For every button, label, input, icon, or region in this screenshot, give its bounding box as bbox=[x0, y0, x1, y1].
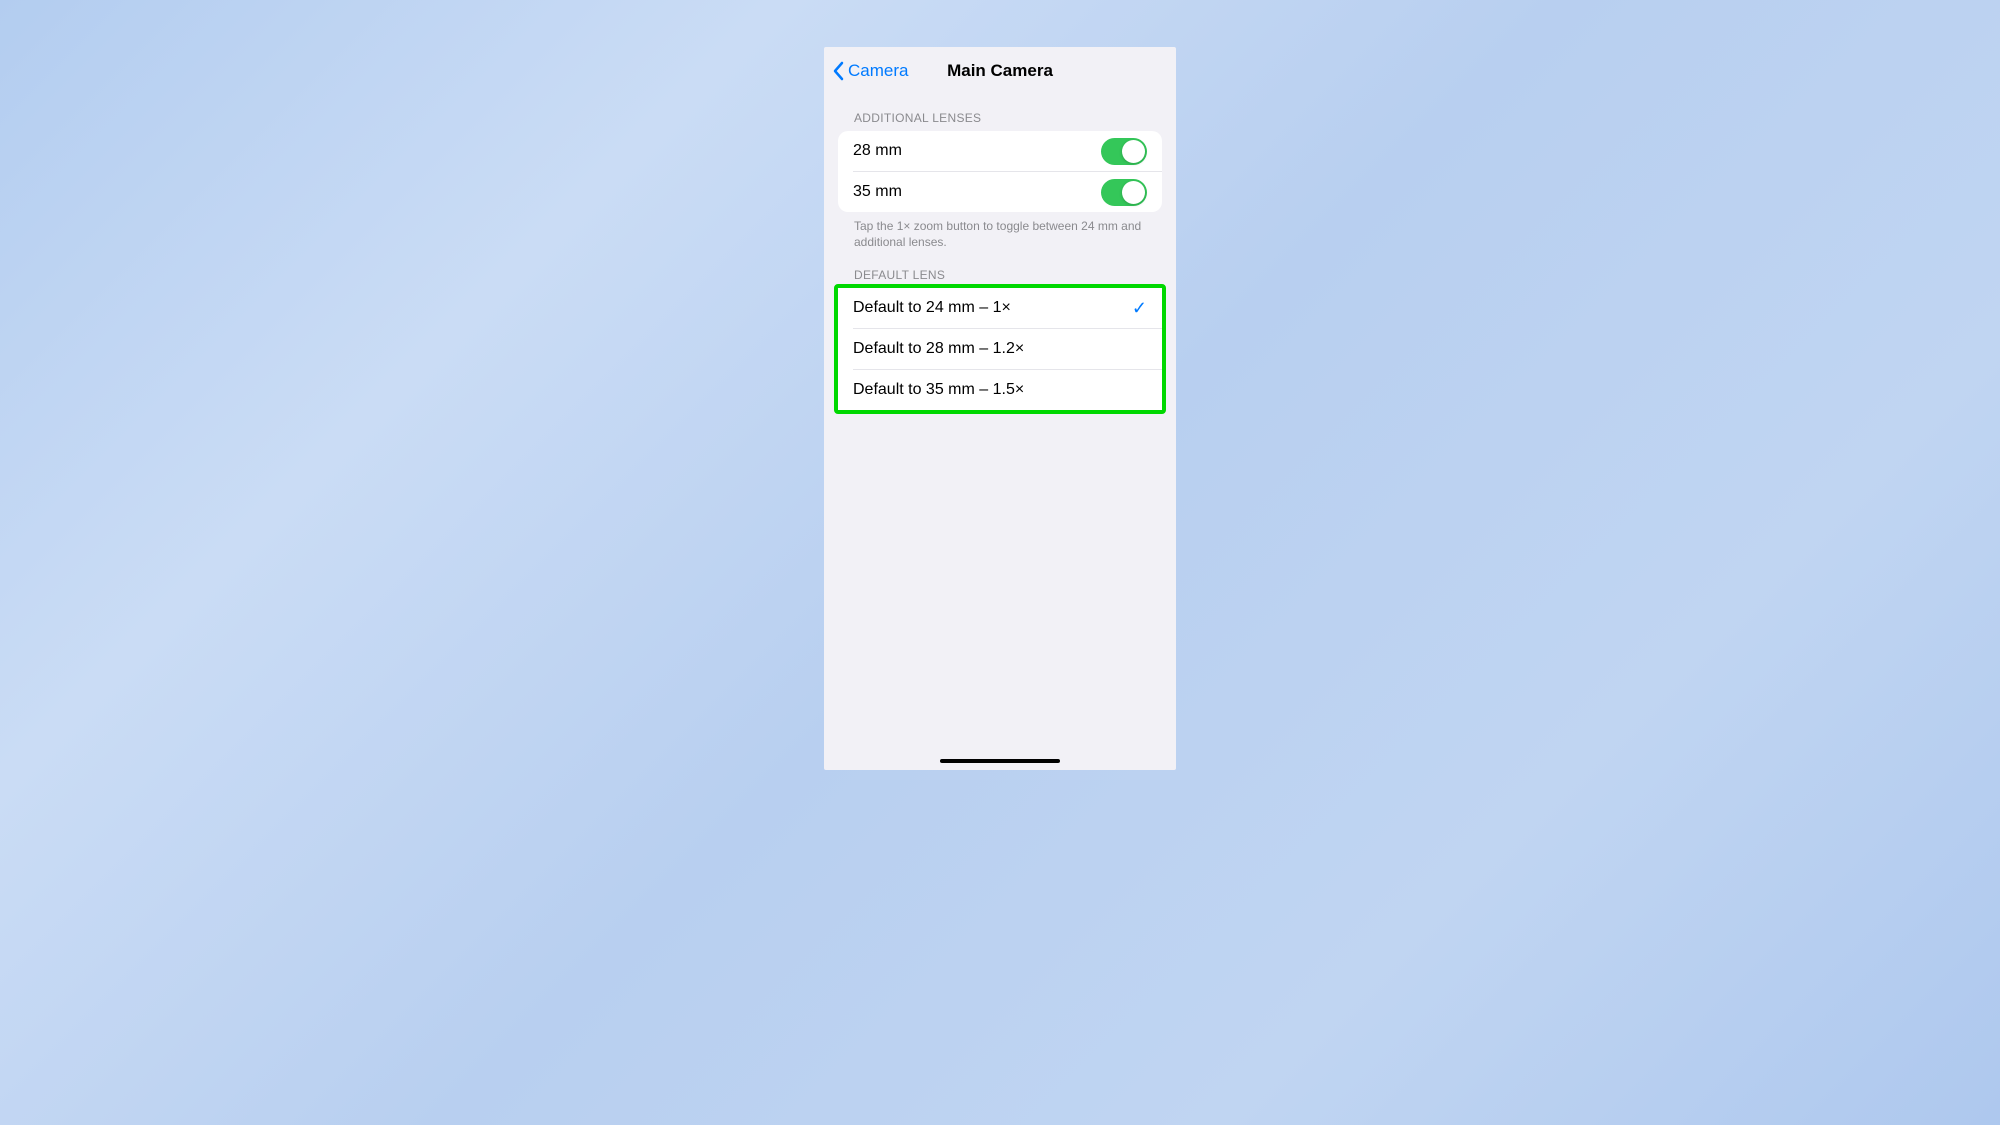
switch-35mm[interactable] bbox=[1101, 179, 1147, 206]
row-default-28mm[interactable]: Default to 28 mm – 1.2× bbox=[838, 329, 1162, 369]
row-default-24mm[interactable]: Default to 24 mm – 1× ✓ bbox=[838, 288, 1162, 328]
back-label: Camera bbox=[848, 61, 908, 81]
row-label: Default to 24 mm – 1× bbox=[853, 299, 1011, 317]
section-footer-additional-lenses: Tap the 1× zoom button to toggle between… bbox=[838, 212, 1162, 250]
row-label: 28 mm bbox=[853, 142, 902, 160]
navigation-bar: Camera Main Camera bbox=[824, 49, 1176, 93]
checkmark-icon: ✓ bbox=[1132, 298, 1147, 319]
row-28mm[interactable]: 28 mm bbox=[838, 131, 1162, 171]
row-default-35mm[interactable]: Default to 35 mm – 1.5× bbox=[838, 370, 1162, 410]
group-additional-lenses: 28 mm 35 mm bbox=[838, 131, 1162, 212]
switch-28mm[interactable] bbox=[1101, 138, 1147, 165]
home-indicator[interactable] bbox=[940, 759, 1060, 763]
back-button[interactable]: Camera bbox=[832, 61, 908, 81]
chevron-left-icon bbox=[832, 61, 844, 81]
settings-screen: Camera Main Camera ADDITIONAL LENSES 28 … bbox=[824, 47, 1176, 770]
row-label: 35 mm bbox=[853, 183, 902, 201]
section-header-default-lens: DEFAULT LENS bbox=[838, 268, 1162, 282]
row-label: Default to 28 mm – 1.2× bbox=[853, 340, 1024, 358]
highlight-box: Default to 24 mm – 1× ✓ Default to 28 mm… bbox=[834, 284, 1166, 414]
section-header-additional-lenses: ADDITIONAL LENSES bbox=[838, 111, 1162, 125]
row-label: Default to 35 mm – 1.5× bbox=[853, 381, 1024, 399]
row-35mm[interactable]: 35 mm bbox=[838, 172, 1162, 212]
group-default-lens: Default to 24 mm – 1× ✓ Default to 28 mm… bbox=[838, 288, 1162, 410]
content: ADDITIONAL LENSES 28 mm 35 mm Tap the 1×… bbox=[824, 93, 1176, 770]
